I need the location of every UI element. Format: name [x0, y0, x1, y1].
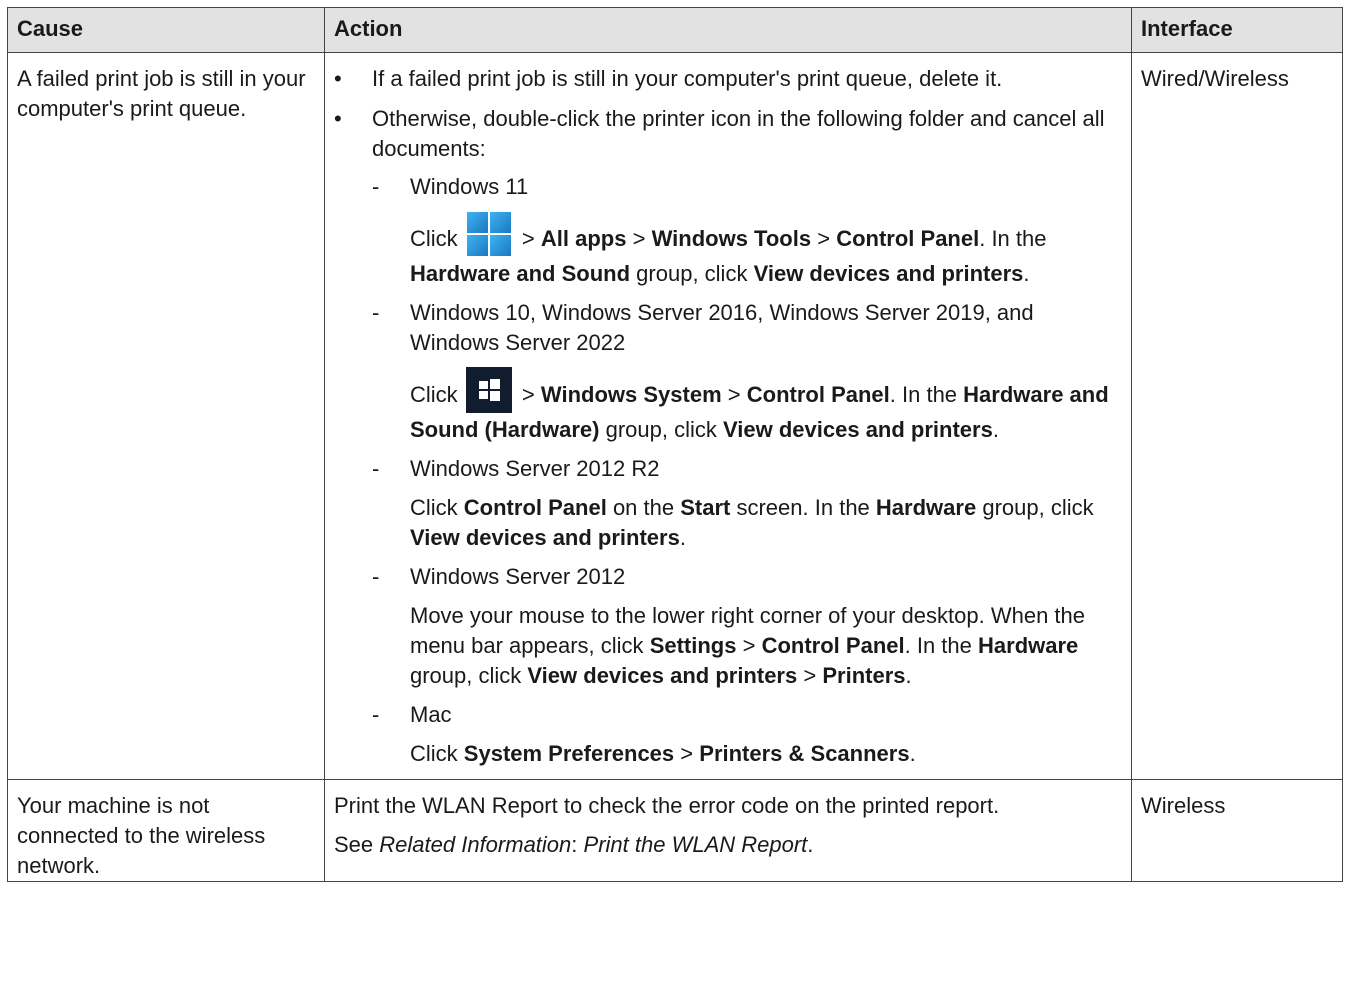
interface-cell: Wired/Wireless: [1131, 52, 1343, 780]
header-action: Action: [324, 7, 1132, 53]
os-instructions: Click > Windows System > Control Panel. …: [410, 367, 1122, 445]
os-instructions: Click System Preferences > Printers & Sc…: [410, 741, 916, 766]
cause-cell: A failed print job is still in your comp…: [7, 52, 325, 780]
related-info-line: See Related Information: Print the WLAN …: [334, 832, 814, 857]
os-list: - Windows 11 Click > All apps > Windows …: [372, 172, 1122, 769]
related-information-label: Related Information: [379, 832, 572, 857]
table-row: A failed print job is still in your comp…: [7, 52, 1343, 780]
action-bullet: If a failed print job is still in your c…: [334, 64, 1122, 94]
os-item-windows-10: - Windows 10, Windows Server 2016, Windo…: [372, 298, 1122, 445]
interface-cell: Wireless: [1131, 779, 1343, 882]
header-cause: Cause: [7, 7, 325, 53]
os-name: Windows Server 2012 R2: [410, 456, 660, 481]
action-bullet-text: Otherwise, double-click the printer icon…: [372, 106, 1105, 161]
os-item-windows-11: - Windows 11 Click > All apps > Windows …: [372, 172, 1122, 289]
windows-10-start-icon: [465, 367, 512, 413]
os-instructions: Click Control Panel on the Start screen.…: [410, 495, 1094, 550]
windows-11-start-icon: [466, 211, 512, 257]
action-text: Print the WLAN Report to check the error…: [334, 793, 1000, 818]
os-item-windows-server-2012: - Windows Server 2012 Move your mouse to…: [372, 562, 1122, 691]
action-bullet-list: If a failed print job is still in your c…: [334, 64, 1122, 769]
wlan-report-link[interactable]: Print the WLAN Report: [584, 832, 808, 857]
os-instructions: Click > All apps > Windows Tools > Contr…: [410, 211, 1122, 289]
header-interface: Interface: [1131, 7, 1343, 53]
header-row: Cause Action Interface: [7, 7, 1343, 53]
os-name: Mac: [410, 702, 452, 727]
os-item-windows-server-2012-r2: - Windows Server 2012 R2 Click Control P…: [372, 454, 1122, 553]
os-instructions: Move your mouse to the lower right corne…: [410, 603, 1085, 688]
action-cell: Print the WLAN Report to check the error…: [324, 779, 1132, 882]
troubleshooting-table: Cause Action Interface A failed print jo…: [7, 7, 1343, 882]
os-name: Windows 11: [410, 174, 529, 199]
table-row: Your machine is not connected to the wir…: [7, 779, 1343, 882]
action-bullet: Otherwise, double-click the printer icon…: [334, 104, 1122, 769]
action-cell: If a failed print job is still in your c…: [324, 52, 1132, 780]
os-item-mac: - Mac Click System Preferences > Printer…: [372, 700, 1122, 769]
os-name: Windows 10, Windows Server 2016, Windows…: [410, 300, 1034, 355]
os-name: Windows Server 2012: [410, 564, 626, 589]
cause-cell: Your machine is not connected to the wir…: [7, 779, 325, 882]
